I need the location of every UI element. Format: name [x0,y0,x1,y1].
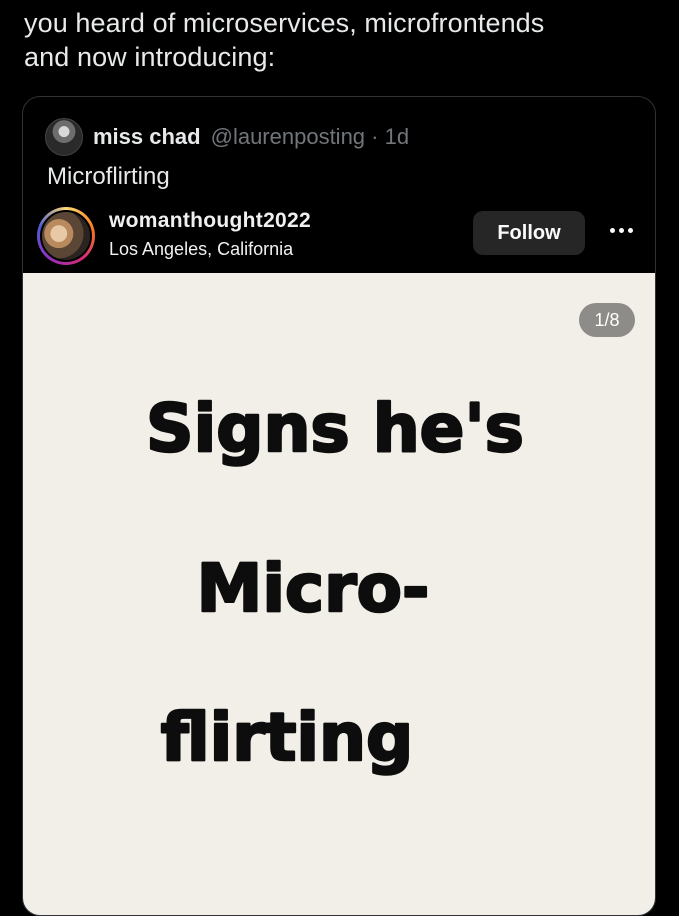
tweet-text-line-1: you heard of microservices, microfronten… [24,8,545,38]
more-horizontal-icon[interactable] [603,215,639,245]
instagram-post-header: womanthought2022 Los Angeles, California… [23,203,655,273]
slide-line-2: Micro- [197,550,430,627]
slide-line-3: flirting [161,699,414,776]
instagram-location[interactable]: Los Angeles, California [109,239,293,260]
slide-line-1: Signs he's [146,390,524,467]
display-name[interactable]: miss chad [93,124,201,150]
avatar-image [40,210,92,262]
tweet-text: you heard of microservices, microfronten… [24,6,664,74]
quoted-tweet-header: miss chad @laurenposting · 1d [45,118,409,156]
tweet-text-line-2: and now introducing: [24,42,276,72]
avatar[interactable] [45,118,83,156]
quoted-tweet-text: Microflirting [47,163,170,190]
slide-counter: 1/8 [579,303,635,337]
quoted-tweet-card[interactable]: miss chad @laurenposting · 1d Microflirt… [22,96,656,916]
instagram-slide-image: Signs he's Micro- flirting 1/8 [23,273,655,915]
slide-text-graphic: Signs he's Micro- flirting [145,389,525,778]
instagram-avatar[interactable] [37,207,95,265]
handle-and-timestamp[interactable]: @laurenposting · 1d [211,124,409,150]
instagram-username[interactable]: womanthought2022 [109,209,311,233]
follow-button[interactable]: Follow [473,211,585,255]
